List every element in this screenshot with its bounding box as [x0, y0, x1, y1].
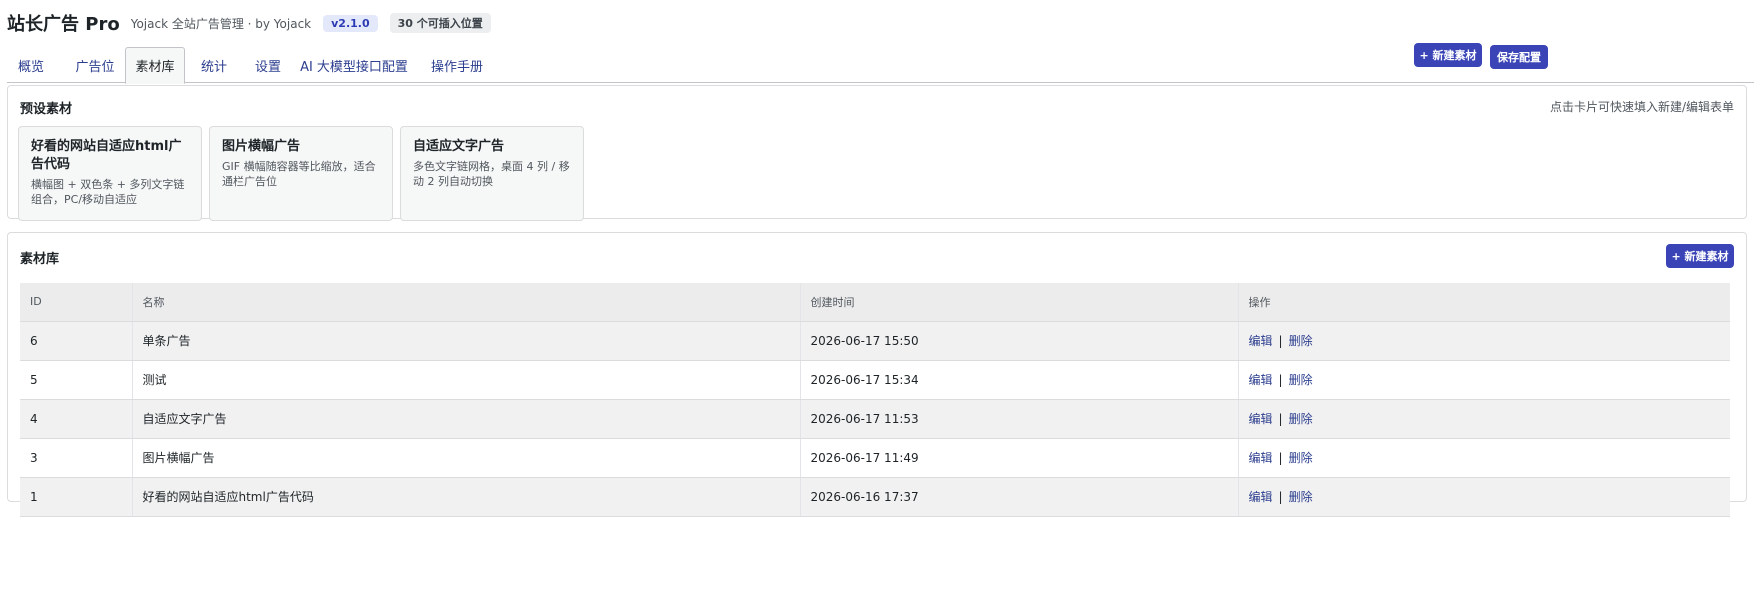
tab-ai-config[interactable]: AI 大模型接口配置	[299, 47, 409, 83]
row-name: 好看的网站自适应html广告代码	[131, 477, 800, 517]
tab-manual[interactable]: 操作手册	[425, 47, 489, 83]
row-name: 测试	[131, 360, 800, 400]
tab-stats[interactable]: 统计	[191, 47, 237, 83]
row-name: 自适应文字广告	[131, 399, 800, 439]
row-created: 2026-06-16 17:37	[799, 477, 1238, 517]
row-actions: 编辑 | 删除	[1237, 321, 1730, 361]
action-separator: |	[1278, 490, 1283, 504]
app-title: 站长广告 Pro	[7, 14, 120, 35]
table-row: 3 图片横幅广告 2026-06-17 11:49 编辑 | 删除	[20, 438, 1730, 478]
row-id: 6	[20, 321, 132, 361]
column-header-id: ID	[20, 283, 132, 322]
column-header-created: 创建时间	[799, 283, 1238, 322]
save-config-button[interactable]: 保存配置	[1490, 45, 1548, 69]
material-library-panel: 素材库 + 新建素材 ID 名称 创建时间 操作 6 单条广告 2026-06-…	[7, 232, 1747, 517]
row-created: 2026-06-17 11:53	[799, 399, 1238, 439]
table-row: 5 测试 2026-06-17 15:34 编辑 | 删除	[20, 360, 1730, 400]
row-actions: 编辑 | 删除	[1237, 438, 1730, 478]
preset-card-desc: 横幅图 + 双色条 + 多列文字链组合，PC/移动自适应	[31, 178, 185, 206]
row-created: 2026-06-17 11:49	[799, 438, 1238, 478]
preset-materials-panel: 预设素材 点击卡片可快速填入新建/编辑表单 好看的网站自适应html广告代码 横…	[7, 85, 1747, 221]
column-header-actions: 操作	[1237, 283, 1730, 322]
row-actions: 编辑 | 删除	[1237, 399, 1730, 439]
table-header-row: ID 名称 创建时间 操作	[20, 283, 1730, 322]
row-name: 图片横幅广告	[131, 438, 800, 478]
edit-link[interactable]: 编辑	[1249, 373, 1273, 387]
preset-card-image-banner[interactable]: 图片横幅广告 GIF 横幅随容器等比缩放，适合通栏广告位	[209, 126, 393, 221]
tab-settings[interactable]: 设置	[245, 47, 291, 83]
version-badge: v2.1.0	[323, 14, 378, 32]
table-row: 1 好看的网站自适应html广告代码 2026-06-16 17:37 编辑 | 删…	[20, 477, 1730, 517]
edit-link[interactable]: 编辑	[1249, 451, 1273, 465]
new-material-button[interactable]: + 新建素材	[1414, 43, 1482, 67]
row-id: 5	[20, 360, 132, 400]
material-table: ID 名称 创建时间 操作 6 单条广告 2026-06-17 15:50 编辑…	[20, 283, 1730, 517]
delete-link[interactable]: 删除	[1289, 334, 1313, 348]
delete-link[interactable]: 删除	[1289, 373, 1313, 387]
tab-materials[interactable]: 素材库	[125, 47, 185, 84]
row-name: 单条广告	[131, 321, 800, 361]
edit-link[interactable]: 编辑	[1249, 412, 1273, 426]
preset-card-desc: GIF 横幅随容器等比缩放，适合通栏广告位	[222, 160, 376, 188]
preset-card-responsive-html[interactable]: 好看的网站自适应html广告代码 横幅图 + 双色条 + 多列文字链组合，PC/…	[18, 126, 202, 221]
row-actions: 编辑 | 删除	[1237, 360, 1730, 400]
action-separator: |	[1278, 373, 1283, 387]
row-id: 1	[20, 477, 132, 517]
edit-link[interactable]: 编辑	[1249, 490, 1273, 504]
delete-link[interactable]: 删除	[1289, 451, 1313, 465]
action-separator: |	[1278, 412, 1283, 426]
tab-overview[interactable]: 概览	[7, 47, 55, 83]
delete-link[interactable]: 删除	[1289, 490, 1313, 504]
edit-link[interactable]: 编辑	[1249, 334, 1273, 348]
action-separator: |	[1278, 451, 1283, 465]
row-id: 4	[20, 399, 132, 439]
positions-badge: 30 个可插入位置	[389, 13, 491, 33]
page-header: 站长广告 Pro Yojack 全站广告管理 · by Yojack v2.1.…	[7, 12, 491, 35]
delete-link[interactable]: 删除	[1289, 412, 1313, 426]
row-id: 3	[20, 438, 132, 478]
preset-panel-hint: 点击卡片可快速填入新建/编辑表单	[1549, 100, 1734, 114]
row-created: 2026-06-17 15:34	[799, 360, 1238, 400]
preset-panel-title: 预设素材	[20, 102, 73, 117]
library-panel-title: 素材库	[20, 252, 60, 267]
preset-card-text-ad[interactable]: 自适应文字广告 多色文字链网格，桌面 4 列 / 移动 2 列自动切换	[400, 126, 584, 221]
preset-card-title: 好看的网站自适应html广告代码	[31, 139, 182, 172]
library-new-material-button[interactable]: + 新建素材	[1666, 244, 1734, 268]
preset-card-desc: 多色文字链网格，桌面 4 列 / 移动 2 列自动切换	[413, 160, 570, 188]
row-created: 2026-06-17 15:50	[799, 321, 1238, 361]
preset-card-title: 自适应文字广告	[413, 139, 505, 154]
app-subtitle: Yojack 全站广告管理 · by Yojack	[130, 16, 312, 31]
action-separator: |	[1278, 334, 1283, 348]
table-row: 4 自适应文字广告 2026-06-17 11:53 编辑 | 删除	[20, 399, 1730, 439]
tab-ad-slots[interactable]: 广告位	[63, 47, 127, 83]
table-row: 6 单条广告 2026-06-17 15:50 编辑 | 删除	[20, 321, 1730, 361]
preset-card-title: 图片横幅广告	[222, 139, 301, 154]
column-header-name: 名称	[131, 283, 800, 322]
row-actions: 编辑 | 删除	[1237, 477, 1730, 517]
